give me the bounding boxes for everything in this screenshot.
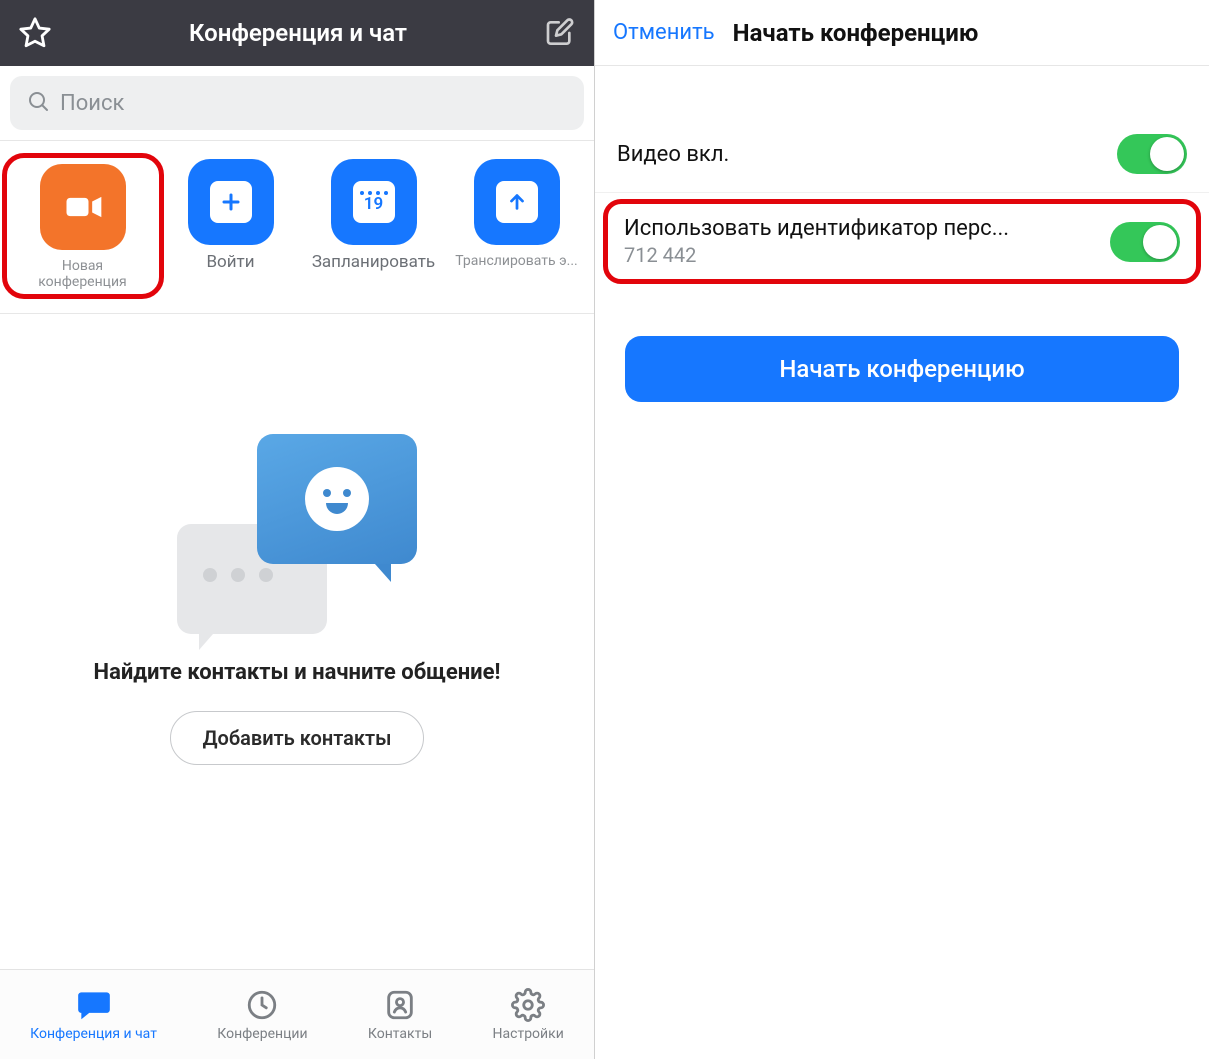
schedule-action[interactable]: 19 Запланировать <box>304 159 444 293</box>
share-label: Транслировать э... <box>455 253 577 269</box>
tab-settings[interactable]: Настройки <box>493 988 564 1042</box>
search-container <box>0 66 594 141</box>
header-title: Конференция и чат <box>189 19 407 47</box>
tab-contacts-label: Контакты <box>368 1026 432 1042</box>
chat-bubble-icon <box>74 988 114 1022</box>
empty-state: Найдите контакты и начните общение! Доба… <box>0 314 594 1059</box>
share-arrow-icon <box>474 159 560 245</box>
cancel-button[interactable]: Отменить <box>613 20 715 45</box>
video-icon <box>40 164 126 250</box>
join-label: Войти <box>206 253 254 273</box>
quick-actions-row: Новаяконференция Войти 19 <box>0 141 594 314</box>
pmi-value: 712 442 <box>624 243 1110 267</box>
tab-chat[interactable]: Конференция и чат <box>30 988 157 1042</box>
new-meeting-label: Новаяконференция <box>38 258 126 290</box>
video-toggle[interactable] <box>1117 134 1187 174</box>
share-screen-action[interactable]: Транслировать э... <box>447 159 587 293</box>
main-screen: Конференция и чат Новаяконфер <box>0 0 595 1059</box>
pmi-label: Использовать идентификатор перс... <box>624 216 1110 241</box>
start-meeting-button[interactable]: Начать конференцию <box>625 336 1179 402</box>
tab-meetings-label: Конференции <box>217 1026 307 1042</box>
add-contacts-button[interactable]: Добавить контакты <box>170 711 425 765</box>
clock-icon <box>242 988 282 1022</box>
search-icon <box>26 89 50 117</box>
person-icon <box>380 988 420 1022</box>
tab-contacts[interactable]: Контакты <box>368 988 432 1042</box>
main-header: Конференция и чат <box>0 0 594 66</box>
star-icon[interactable] <box>18 16 52 50</box>
bottom-tab-bar: Конференция и чат Конференции Контакты Н… <box>0 969 594 1059</box>
join-action[interactable]: Войти <box>161 159 301 293</box>
new-meeting-highlight: Новаяконференция <box>2 153 164 299</box>
gear-icon <box>508 988 548 1022</box>
pmi-toggle[interactable] <box>1110 222 1180 262</box>
search-input[interactable] <box>60 91 568 116</box>
tab-chat-label: Конференция и чат <box>30 1026 157 1042</box>
start-meeting-screen: Отменить Начать конференцию Видео вкл. И… <box>595 0 1209 1059</box>
chat-illustration <box>177 434 417 634</box>
tab-settings-label: Настройки <box>493 1026 564 1042</box>
schedule-label: Запланировать <box>312 253 435 273</box>
start-meeting-header: Отменить Начать конференцию <box>595 0 1209 66</box>
video-label: Видео вкл. <box>617 142 1117 167</box>
pmi-toggle-row: Использовать идентификатор перс... 712 4… <box>603 199 1201 284</box>
video-toggle-row: Видео вкл. <box>595 116 1209 193</box>
plus-icon <box>188 159 274 245</box>
new-meeting-action[interactable]: Новаяконференция <box>13 164 153 290</box>
start-meeting-title: Начать конференцию <box>729 19 1191 47</box>
search-field[interactable] <box>10 76 584 130</box>
compose-icon[interactable] <box>544 17 576 49</box>
calendar-icon: 19 <box>331 159 417 245</box>
empty-state-title: Найдите контакты и начните общение! <box>94 660 501 685</box>
tab-meetings[interactable]: Конференции <box>217 988 307 1042</box>
